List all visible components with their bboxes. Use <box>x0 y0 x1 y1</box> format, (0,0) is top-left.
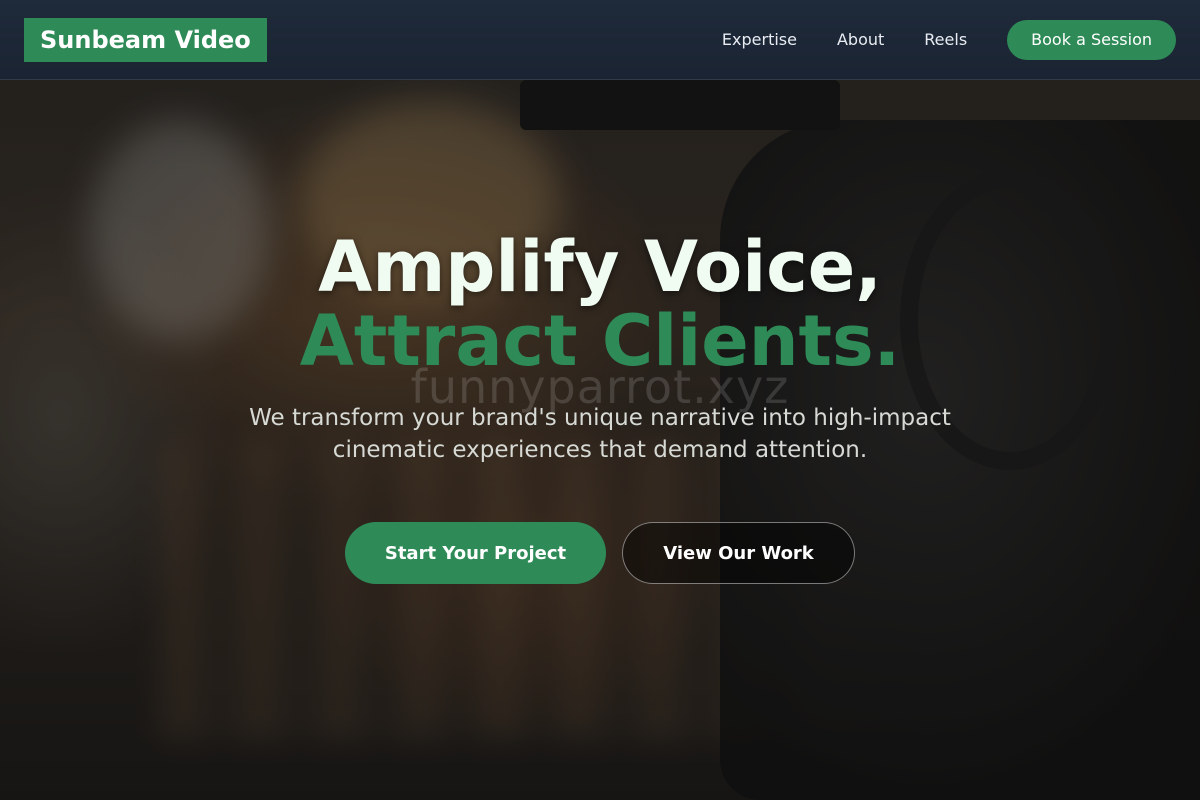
nav-link-expertise[interactable]: Expertise <box>722 30 797 49</box>
headline-line-2: Attract Clients. <box>299 300 901 382</box>
top-navigation: Sunbeam Video Expertise About Reels Book… <box>0 0 1200 80</box>
book-session-button[interactable]: Book a Session <box>1007 19 1176 60</box>
view-work-button[interactable]: View Our Work <box>622 522 855 584</box>
hero-content: Amplify Voice, Attract Clients. We trans… <box>0 230 1200 584</box>
headline-line-1: Amplify Voice, <box>318 226 882 308</box>
hero-subtitle: We transform your brand's unique narrati… <box>249 405 951 463</box>
hero-cta-row: Start Your Project View Our Work <box>0 522 1200 584</box>
nav-link-reels[interactable]: Reels <box>924 30 967 49</box>
start-project-button[interactable]: Start Your Project <box>345 522 606 584</box>
brand-logo[interactable]: Sunbeam Video <box>24 17 267 62</box>
hero-headline: Amplify Voice, Attract Clients. <box>0 230 1200 378</box>
nav-links: Expertise About Reels Book a Session <box>722 19 1176 60</box>
hero-section: Sunbeam Video Expertise About Reels Book… <box>0 0 1200 800</box>
nav-link-about[interactable]: About <box>837 30 884 49</box>
